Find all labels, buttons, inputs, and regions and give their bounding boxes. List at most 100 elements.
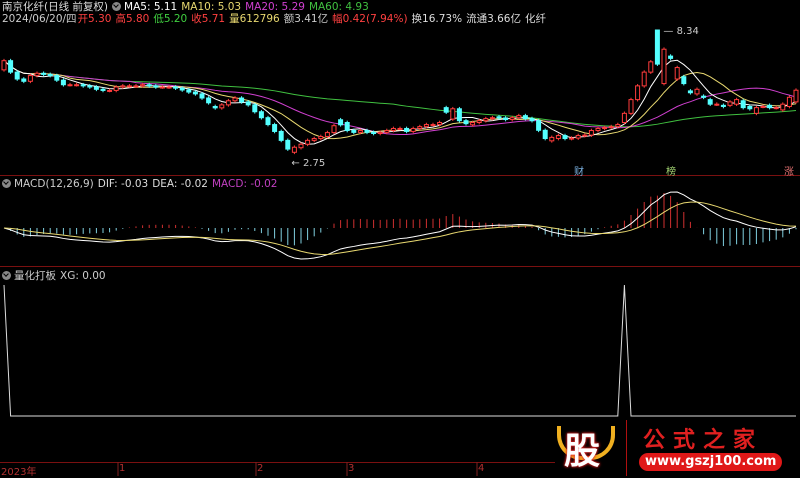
candle-up [753,107,759,114]
candle-down [654,29,660,65]
candle-up [555,135,561,140]
stock-chart[interactable]: — 8.34 ← 2.75 [0,0,800,476]
candle-up [793,89,799,103]
candle-down [529,118,535,122]
candle-down [252,104,258,113]
candle-down [364,130,370,133]
candle-down [146,84,152,87]
candle-up [305,139,311,145]
candle-down [707,99,713,105]
axis-label-month: 1 [119,463,126,474]
candle-down [351,130,357,133]
candle-up [120,85,126,88]
candle-up [760,105,766,108]
watermark-logo: 股 公式之家 www.gszj100.com [555,420,800,476]
candle-down [338,119,344,126]
candle-up [27,75,33,82]
candle-up [727,101,733,106]
high-price-label: — 8.34 [663,26,698,37]
candle-down [687,90,693,94]
candle-up [516,115,522,119]
candle-down [206,97,212,104]
candle-up [417,126,423,129]
candle-down [344,122,350,132]
candle-up [34,72,40,77]
candle-up [509,117,515,121]
candle-down [93,86,99,90]
candle-up [384,130,390,133]
candle-up [549,136,555,142]
candle-up [608,126,614,129]
candle-down [80,84,86,87]
candle-up [133,85,139,88]
candle-down [54,75,60,81]
candle-down [272,124,278,132]
candle-up [166,86,172,89]
candle-up [483,118,489,122]
candle-down [47,73,53,77]
candle-down [701,95,707,98]
candle-up [219,104,225,109]
candle-up [423,124,429,128]
candle-down [212,105,218,109]
candle-up [1,60,7,71]
candle-down [60,79,66,86]
candle-down [100,88,106,91]
candle-down [153,85,159,88]
candle-up [357,130,363,133]
candle-up [232,97,238,102]
candle-down [14,71,20,80]
candle-down [463,120,469,125]
candle-down [371,131,377,134]
candle-down [740,100,746,109]
candle-up [397,127,403,130]
candle-down [285,139,291,150]
candle-up [324,132,330,137]
candle-down [720,104,726,107]
candle-up [773,107,779,110]
candle-up [714,103,720,106]
candle-up [291,146,297,153]
logo-url: www.gszj100.com [639,453,783,471]
candle-up [67,84,73,87]
candle-up [602,127,608,130]
candle-up [694,88,700,95]
candle-up [74,84,80,87]
candle-down [536,120,542,131]
candle-up [786,96,792,107]
candle-up [635,85,641,101]
candle-down [562,135,568,140]
xg-line [3,284,796,417]
candle-down [265,117,271,126]
candle-down [456,108,462,122]
candle-down [179,87,185,91]
candle-down [21,78,27,82]
candle-up [159,86,165,89]
candle-down [503,117,509,121]
axis-label-month: 2 [257,463,264,474]
candle-up [595,127,601,132]
candle-down [747,105,753,110]
candle-up [489,117,495,120]
candle-down [239,97,245,103]
candle-up [588,130,594,136]
candle-down [767,104,773,109]
candle-up [331,125,337,134]
candle-up [470,122,476,126]
candle-up [569,137,575,140]
candle-up [661,48,667,85]
candle-down [87,85,93,88]
candle-up [450,108,456,120]
candle-down [404,127,410,132]
candle-up [628,99,634,114]
candle-down [443,107,449,113]
candle-down [258,111,264,119]
candle-up [734,99,740,105]
candle-up [225,100,231,106]
candle-up [615,124,621,128]
candle-down [522,115,528,120]
candle-up [430,124,436,127]
candle-up [575,135,581,139]
candle-up [377,131,383,134]
candle-up [311,138,317,141]
